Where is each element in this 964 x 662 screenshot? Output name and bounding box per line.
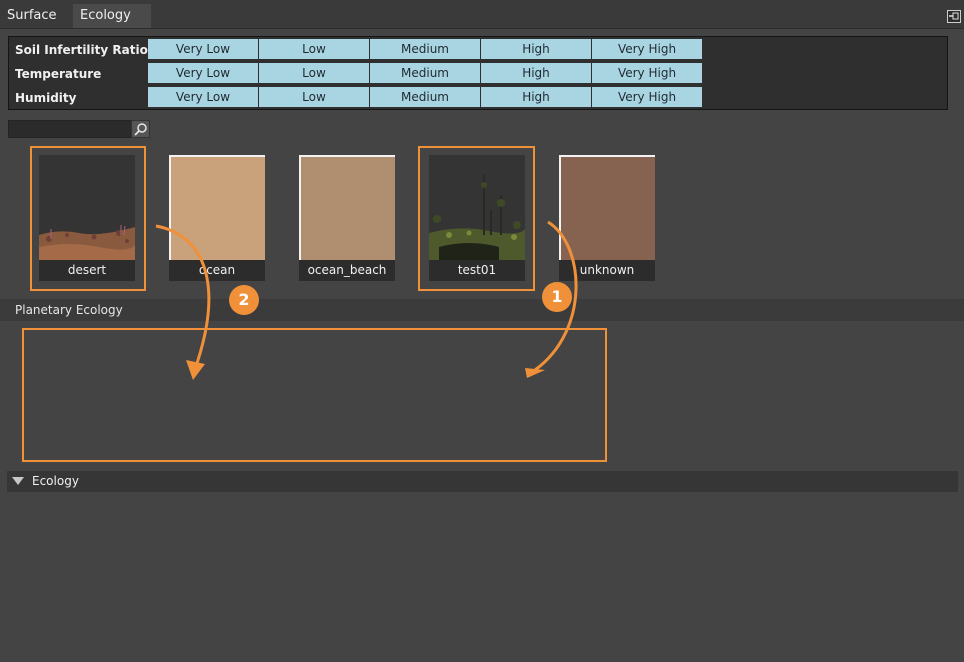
annotation-badge-1: 1 bbox=[542, 282, 572, 312]
annotation-arrows bbox=[155, 220, 578, 380]
annotation-badge-2: 2 bbox=[229, 285, 259, 315]
